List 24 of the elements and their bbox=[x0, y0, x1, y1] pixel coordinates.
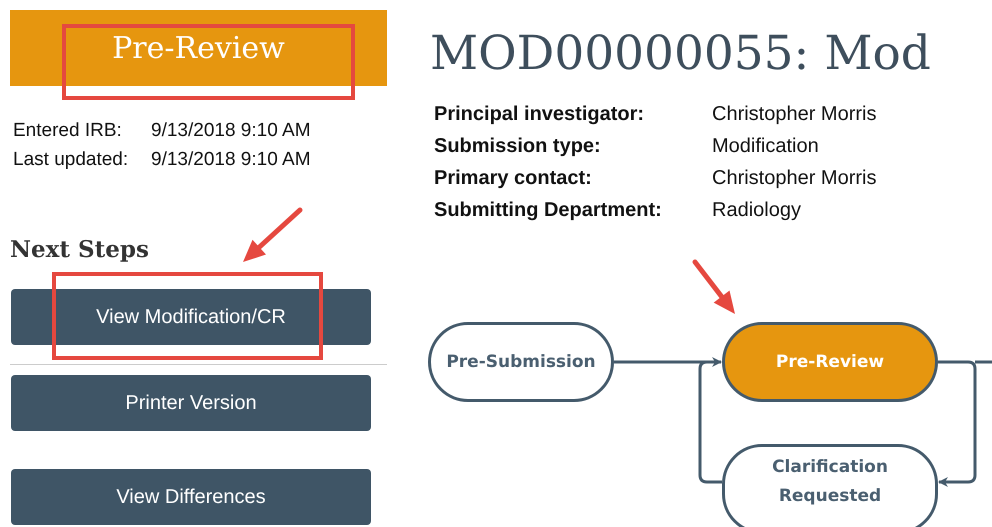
annotation-arrow bbox=[692, 260, 735, 314]
date-label: Entered IRB: bbox=[13, 119, 123, 143]
detail-value: Christopher Morris bbox=[712, 102, 878, 127]
date-label: Last updated: bbox=[13, 148, 130, 172]
page-title: MOD00000055: Mod bbox=[430, 25, 932, 83]
workflow-state: Pre-Review bbox=[722, 322, 938, 402]
workflow-state: Clarification Requested bbox=[722, 444, 938, 527]
detail-label: Primary contact: bbox=[434, 166, 593, 191]
detail-value: Modification bbox=[712, 134, 820, 159]
detail-label: Submitting Department: bbox=[434, 198, 663, 223]
detail-label: Principal investigator: bbox=[434, 102, 646, 127]
connector-line bbox=[975, 360, 992, 364]
annotation-arrow bbox=[243, 208, 302, 262]
status-header: Pre-Review bbox=[10, 10, 387, 86]
section-heading: Next Steps bbox=[10, 236, 150, 263]
action-button[interactable]: View Modification/CR bbox=[11, 289, 371, 345]
date-value: 9/13/2018 9:10 AM bbox=[151, 119, 312, 143]
workflow-state: Pre-Submission bbox=[428, 322, 614, 402]
action-button[interactable]: Printer Version bbox=[11, 375, 371, 431]
detail-value: Radiology bbox=[712, 198, 802, 223]
detail-label: Submission type: bbox=[434, 134, 602, 159]
date-value: 9/13/2018 9:10 AM bbox=[151, 148, 312, 172]
detail-value: Christopher Morris bbox=[712, 166, 878, 191]
action-button[interactable]: View Differences bbox=[11, 469, 371, 525]
